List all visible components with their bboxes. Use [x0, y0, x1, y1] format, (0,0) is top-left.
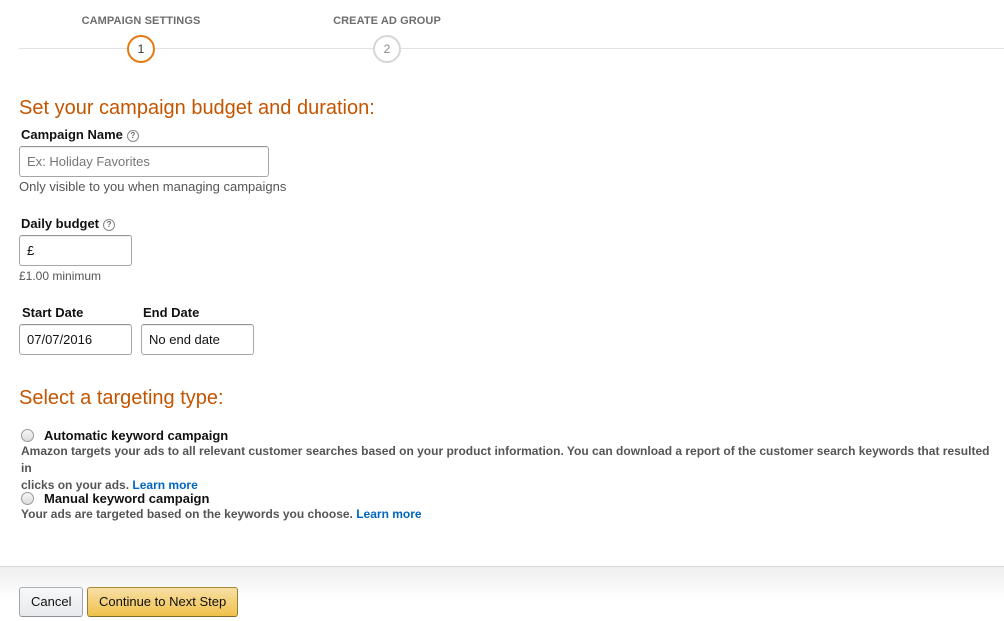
- daily-budget-input[interactable]: [19, 235, 132, 266]
- budget-section-heading: Set your campaign budget and duration:: [19, 97, 375, 119]
- campaign-name-label: Campaign Name?: [21, 127, 139, 143]
- step-create-ad-group: CREATE AD GROUP 2: [317, 0, 457, 63]
- step-number-circle: 1: [127, 35, 155, 63]
- automatic-description-line1: Amazon targets your ads to all relevant …: [21, 444, 990, 475]
- automatic-keyword-label[interactable]: Automatic keyword campaign: [44, 428, 228, 443]
- campaign-name-input[interactable]: [19, 146, 269, 177]
- campaign-name-label-text: Campaign Name: [21, 127, 123, 142]
- action-footer: Cancel Continue to Next Step: [0, 566, 1004, 621]
- step-number-circle: 2: [373, 35, 401, 63]
- manual-description-line1: Your ads are targeted based on the keywo…: [21, 507, 353, 521]
- daily-budget-label-text: Daily budget: [21, 216, 100, 231]
- step-campaign-settings: CAMPAIGN SETTINGS 1: [71, 0, 211, 63]
- manual-keyword-option[interactable]: Manual keyword campaign: [21, 491, 209, 506]
- end-date-label: End Date: [143, 305, 200, 320]
- question-circle-icon[interactable]: ?: [126, 130, 139, 142]
- start-date-input[interactable]: [19, 324, 132, 355]
- start-date-label: Start Date: [22, 305, 84, 320]
- manual-keyword-radio[interactable]: [21, 492, 34, 505]
- campaign-name-hint: Only visible to you when managing campai…: [19, 179, 287, 194]
- continue-button[interactable]: Continue to Next Step: [87, 587, 239, 617]
- question-circle-icon[interactable]: ?: [103, 219, 116, 231]
- automatic-keyword-option[interactable]: Automatic keyword campaign: [21, 428, 228, 443]
- step-label: CREATE AD GROUP: [333, 15, 441, 27]
- manual-learn-more-link[interactable]: Learn more: [356, 507, 421, 521]
- end-date-input[interactable]: [141, 324, 254, 355]
- automatic-keyword-description: Amazon targets your ads to all relevant …: [21, 443, 1001, 494]
- manual-keyword-label[interactable]: Manual keyword campaign: [44, 491, 209, 506]
- automatic-keyword-radio[interactable]: [21, 429, 34, 442]
- automatic-description-line2: clicks on your ads.: [21, 478, 130, 492]
- progress-stepper: CAMPAIGN SETTINGS 1 CREATE AD GROUP 2: [0, 0, 1004, 70]
- manual-keyword-description: Your ads are targeted based on the keywo…: [21, 506, 422, 523]
- daily-budget-hint: £1.00 minimum: [19, 269, 102, 283]
- daily-budget-label: Daily budget?: [21, 216, 116, 232]
- automatic-learn-more-link[interactable]: Learn more: [132, 478, 197, 492]
- cancel-button[interactable]: Cancel: [19, 587, 84, 617]
- targeting-section-heading: Select a targeting type:: [19, 387, 224, 409]
- step-label: CAMPAIGN SETTINGS: [81, 15, 201, 27]
